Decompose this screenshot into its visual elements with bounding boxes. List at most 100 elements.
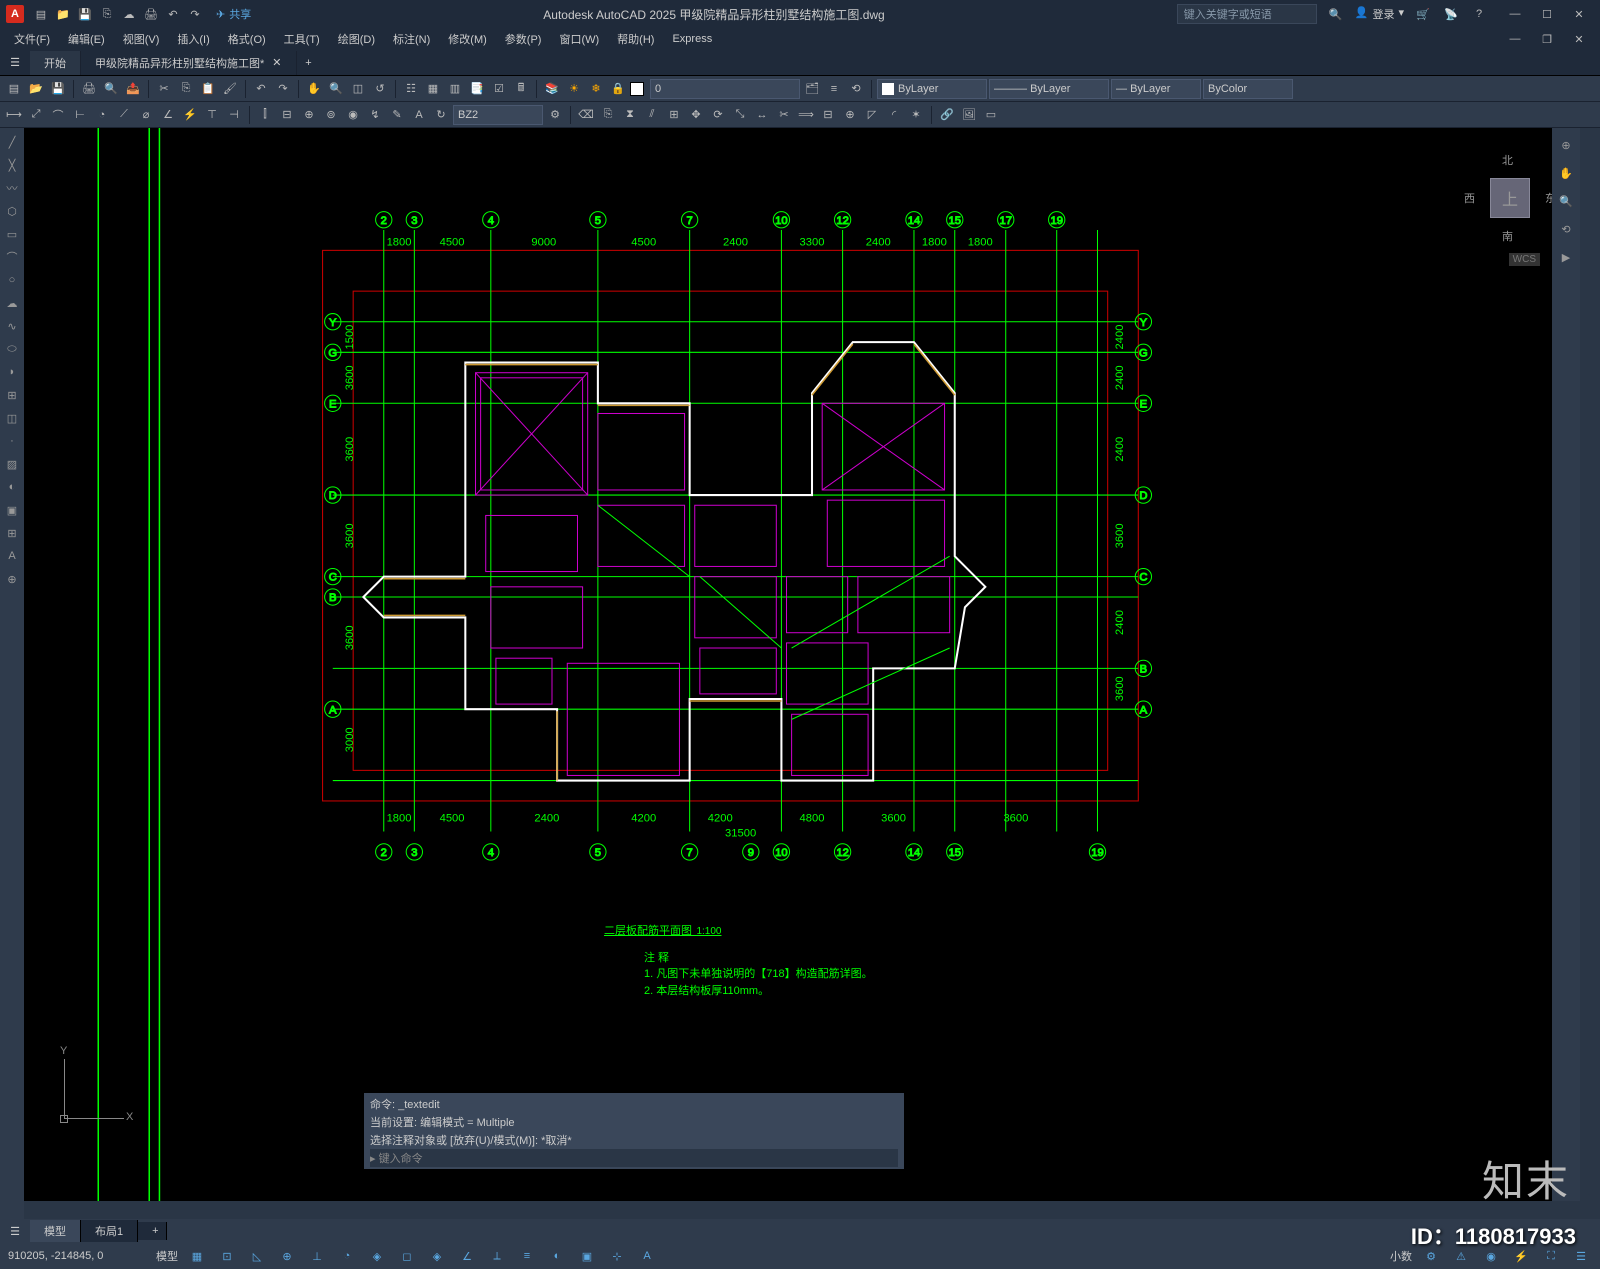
tb-layerprop-icon[interactable]: 📚	[542, 79, 562, 99]
minimize-icon[interactable]: —	[1500, 4, 1530, 24]
tb-paste-icon[interactable]: 📋	[198, 79, 218, 99]
mod-break-icon[interactable]: ⊟	[818, 105, 838, 125]
annoscale-icon[interactable]: A	[636, 1246, 658, 1266]
gradient-icon[interactable]: ◐	[2, 477, 22, 497]
tab-model[interactable]: 模型	[30, 1220, 81, 1242]
block-icon[interactable]: ◫	[2, 408, 22, 428]
menu-parametric[interactable]: 参数(P)	[497, 29, 550, 49]
lwt-icon[interactable]: ≡	[516, 1246, 538, 1266]
menu-view[interactable]: 视图(V)	[115, 29, 168, 49]
spline-icon[interactable]: ∿	[2, 316, 22, 336]
dim-arc-icon[interactable]: ⌒	[48, 105, 68, 125]
menu-help[interactable]: 帮助(H)	[609, 29, 662, 49]
tb-redo-icon[interactable]: ↷	[273, 79, 293, 99]
mod-fillet-icon[interactable]: ◜	[884, 105, 904, 125]
insert-icon[interactable]: ⊞	[2, 385, 22, 405]
maximize-icon[interactable]: ☐	[1532, 4, 1562, 24]
mod-offset-icon[interactable]: ⫽	[642, 105, 662, 125]
circle-icon[interactable]: ○	[2, 270, 22, 290]
rect-icon[interactable]: ▭	[2, 224, 22, 244]
add-layout-button[interactable]: +	[138, 1222, 167, 1240]
mod-trim-icon[interactable]: ✂	[774, 105, 794, 125]
dim-diameter-icon[interactable]: ⌀	[136, 105, 156, 125]
tb-zoomwin-icon[interactable]: ◫	[348, 79, 368, 99]
dim-jogline-icon[interactable]: ↯	[365, 105, 385, 125]
menu-insert[interactable]: 插入(I)	[169, 29, 217, 49]
dim-aligned-icon[interactable]: ⤢	[26, 105, 46, 125]
layout-menu-icon[interactable]: ☰	[0, 1218, 30, 1244]
pan-icon[interactable]: ✋	[1555, 162, 1577, 184]
showmotion-icon[interactable]: ▶	[1555, 246, 1577, 268]
mod-stretch-icon[interactable]: ↔	[752, 105, 772, 125]
tb-sheetset-icon[interactable]: 📑	[467, 79, 487, 99]
add-tab-button[interactable]: +	[297, 57, 321, 69]
mod-join-icon[interactable]: ⊕	[840, 105, 860, 125]
tb-pan-icon[interactable]: ✋	[304, 79, 324, 99]
polar-icon[interactable]: ◔	[336, 1246, 358, 1266]
units-dropdown[interactable]: 小数	[1390, 1248, 1412, 1264]
app-logo[interactable]: A	[6, 5, 24, 23]
point-icon[interactable]: ·	[2, 431, 22, 451]
plot-icon[interactable]: 🖨	[142, 5, 160, 23]
tb-lock-icon[interactable]: 🔒	[608, 79, 628, 99]
menu-file[interactable]: 文件(F)	[6, 29, 58, 49]
new-icon[interactable]: ▤	[32, 5, 50, 23]
undo-icon[interactable]: ↶	[164, 5, 182, 23]
search-icon[interactable]: 🔍	[1327, 5, 1345, 23]
menu-express[interactable]: Express	[664, 31, 720, 47]
menu-draw[interactable]: 绘图(D)	[330, 29, 383, 49]
mod-scale-icon[interactable]: ⤡	[730, 105, 750, 125]
tb-layerprev-icon[interactable]: ⟲	[846, 79, 866, 99]
orbit-icon[interactable]: ⟲	[1555, 218, 1577, 240]
tb-save-icon[interactable]: 💾	[48, 79, 68, 99]
dim-edit-icon[interactable]: ✎	[387, 105, 407, 125]
tb-cut-icon[interactable]: ✂	[154, 79, 174, 99]
tb-layermatch-icon[interactable]: ≡	[824, 79, 844, 99]
tb-properties-icon[interactable]: ☷	[401, 79, 421, 99]
dim-center-icon[interactable]: ⊚	[321, 105, 341, 125]
dim-linear-icon[interactable]: ⟼	[4, 105, 24, 125]
dim-tolerance-icon[interactable]: ⊕	[299, 105, 319, 125]
gizmo-icon[interactable]: ⊹	[606, 1246, 628, 1266]
tb-freeze-icon[interactable]: ❄	[586, 79, 606, 99]
region-icon[interactable]: ▣	[2, 500, 22, 520]
command-line[interactable]: 命令: _textedit 当前设置: 编辑模式 = Multiple 选择注释…	[364, 1093, 904, 1169]
connect-icon[interactable]: 📡	[1442, 5, 1460, 23]
mod-copy-icon[interactable]: ⎘	[598, 105, 618, 125]
tab-document[interactable]: 甲级院精品异形柱别墅结构施工图*✕	[81, 51, 297, 75]
transparency-icon[interactable]: ◐	[546, 1246, 568, 1266]
iso-icon[interactable]: ◈	[366, 1246, 388, 1266]
tab-layout1[interactable]: 布局1	[81, 1220, 138, 1242]
ortho-icon[interactable]: ⊥	[306, 1246, 328, 1266]
save-icon[interactable]: 💾	[76, 5, 94, 23]
tb-qcalc-icon[interactable]: 🖩	[511, 79, 531, 99]
fullnav-icon[interactable]: ⊕	[1555, 134, 1577, 156]
menu-tools[interactable]: 工具(T)	[276, 29, 328, 49]
mod-mirror-icon[interactable]: ⧗	[620, 105, 640, 125]
mtext-icon[interactable]: A	[2, 546, 22, 566]
tb-zoomprev-icon[interactable]: ↺	[370, 79, 390, 99]
horizontal-scrollbar[interactable]	[24, 1201, 1580, 1219]
dim-tedit-icon[interactable]: A	[409, 105, 429, 125]
hatch-icon[interactable]: ▨	[2, 454, 22, 474]
snap-icon[interactable]: ⊡	[216, 1246, 238, 1266]
vertical-scrollbar[interactable]	[1580, 128, 1600, 1219]
dim-style-icon[interactable]: ⚙	[545, 105, 565, 125]
menu-modify[interactable]: 修改(M)	[440, 29, 495, 49]
dimstyle-dropdown[interactable]: BZ2	[453, 105, 543, 125]
mod-explode-icon[interactable]: ✶	[906, 105, 926, 125]
dim-angular-icon[interactable]: ∠	[158, 105, 178, 125]
dim-update-icon[interactable]: ↻	[431, 105, 451, 125]
tb-plot-icon[interactable]: 🖨	[79, 79, 99, 99]
infer-icon[interactable]: ◺	[246, 1246, 268, 1266]
web-icon[interactable]: ☁	[120, 5, 138, 23]
viewcube[interactable]: 北 南 东 西 上	[1460, 148, 1560, 248]
doc-minimize-icon[interactable]: —	[1500, 29, 1530, 49]
ducs-icon[interactable]: ⟂	[486, 1246, 508, 1266]
login-button[interactable]: 👤登录▾	[1355, 6, 1404, 22]
share-button[interactable]: ✈共享	[216, 6, 251, 22]
zoom-extents-icon[interactable]: 🔍	[1555, 190, 1577, 212]
grid-icon[interactable]: ▦	[186, 1246, 208, 1266]
redo-icon[interactable]: ↷	[186, 5, 204, 23]
tb-preview-icon[interactable]: 🔍	[101, 79, 121, 99]
